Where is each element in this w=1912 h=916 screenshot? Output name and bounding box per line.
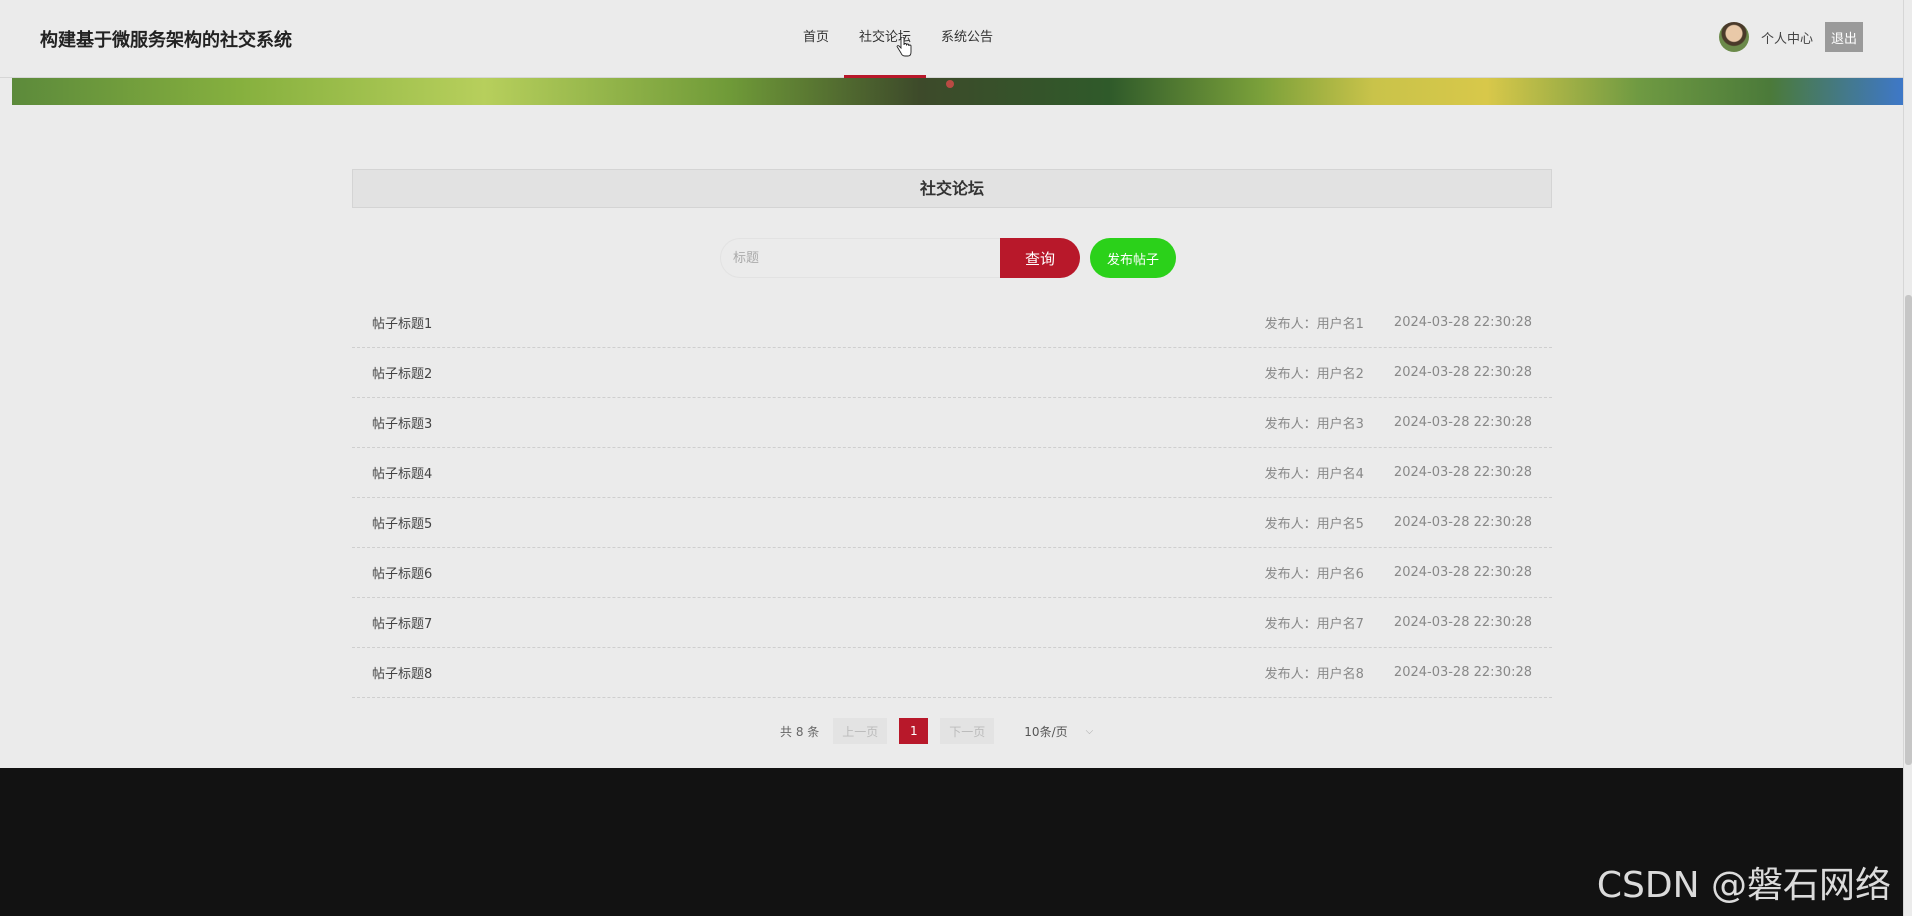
post-title[interactable]: 帖子标题8 [372,663,1265,682]
post-time: 2024-03-28 22:30:28 [1393,415,1532,430]
chevron-down-icon: ⌵ [1085,725,1094,737]
page-scrollbar[interactable] [1903,0,1912,916]
post-author: 发布人：用户名1 [1264,317,1364,332]
page: 构建基于微服务架构的社交系统 首页 社交论坛 系统公告 个人中心 退出 社交论坛… [0,0,1903,916]
banner-indicator[interactable] [946,80,954,88]
post-row[interactable]: 帖子标题8 发布人：用户名8 2024-03-28 22:30:28 [352,648,1552,698]
nav-home[interactable]: 首页 [788,0,844,78]
page-number-current[interactable]: 1 [899,718,929,744]
post-title[interactable]: 帖子标题5 [372,513,1265,532]
post-author: 发布人：用户名4 [1264,467,1364,482]
post-time: 2024-03-28 22:30:28 [1393,615,1532,630]
search-bar: 查询 发布帖子 [720,238,1176,278]
post-row[interactable]: 帖子标题1 发布人：用户名1 2024-03-28 22:30:28 [352,298,1552,348]
post-title[interactable]: 帖子标题4 [372,463,1265,482]
new-post-button[interactable]: 发布帖子 [1090,238,1176,278]
site-brand: 构建基于微服务架构的社交系统 [40,30,292,51]
post-row[interactable]: 帖子标题6 发布人：用户名6 2024-03-28 22:30:28 [352,548,1552,598]
post-row[interactable]: 帖子标题7 发布人：用户名7 2024-03-28 22:30:28 [352,598,1552,648]
post-author: 发布人：用户名5 [1264,517,1364,532]
post-time: 2024-03-28 22:30:28 [1393,465,1532,480]
post-time: 2024-03-28 22:30:28 [1393,365,1532,380]
banner-image [12,78,1903,105]
page-size-select[interactable]: 10条/页 ⌵ [1024,723,1093,740]
post-time: 2024-03-28 22:30:28 [1393,515,1532,530]
post-time: 2024-03-28 22:30:28 [1393,315,1532,330]
post-time: 2024-03-28 22:30:28 [1393,665,1532,680]
post-title[interactable]: 帖子标题6 [372,563,1265,582]
total-count: 共 8 条 [780,724,820,739]
forum-title: 社交论坛 [352,169,1552,208]
post-row[interactable]: 帖子标题5 发布人：用户名5 2024-03-28 22:30:28 [352,498,1552,548]
avatar[interactable] [1718,22,1749,52]
post-author: 发布人：用户名3 [1264,417,1364,432]
post-author: 发布人：用户名8 [1264,667,1364,682]
post-row[interactable]: 帖子标题3 发布人：用户名3 2024-03-28 22:30:28 [352,398,1552,448]
post-list: 帖子标题1 发布人：用户名1 2024-03-28 22:30:28 帖子标题2… [352,298,1552,698]
post-author: 发布人：用户名6 [1264,567,1364,582]
header: 构建基于微服务架构的社交系统 首页 社交论坛 系统公告 个人中心 退出 [0,0,1903,78]
post-title[interactable]: 帖子标题3 [372,413,1265,432]
user-center-link[interactable]: 个人中心 [1761,28,1813,47]
user-area: 个人中心 退出 [1718,22,1863,52]
search-button[interactable]: 查询 [1000,238,1080,278]
post-author: 发布人：用户名7 [1264,617,1364,632]
post-time: 2024-03-28 22:30:28 [1393,565,1532,580]
page-size-value: 10条/页 [1024,724,1068,739]
watermark: CSDN @磐石网络 [1596,865,1891,906]
hand-pointer-icon [896,37,912,57]
title-search-input[interactable] [720,238,1000,278]
post-title[interactable]: 帖子标题7 [372,613,1265,632]
nav-announcements[interactable]: 系统公告 [926,0,1008,78]
nav-forum[interactable]: 社交论坛 [844,0,927,78]
prev-page-button[interactable]: 上一页 [833,718,888,744]
logout-button[interactable]: 退出 [1825,22,1863,52]
post-row[interactable]: 帖子标题2 发布人：用户名2 2024-03-28 22:30:28 [352,348,1552,398]
post-title[interactable]: 帖子标题1 [372,313,1265,332]
next-page-button[interactable]: 下一页 [940,718,995,744]
post-row[interactable]: 帖子标题4 发布人：用户名4 2024-03-28 22:30:28 [352,448,1552,498]
pagination: 共 8 条 上一页 1 下一页 10条/页 ⌵ [780,718,1093,744]
scrollbar-thumb[interactable] [1905,295,1912,765]
post-title[interactable]: 帖子标题2 [372,363,1265,382]
post-author: 发布人：用户名2 [1264,367,1364,382]
